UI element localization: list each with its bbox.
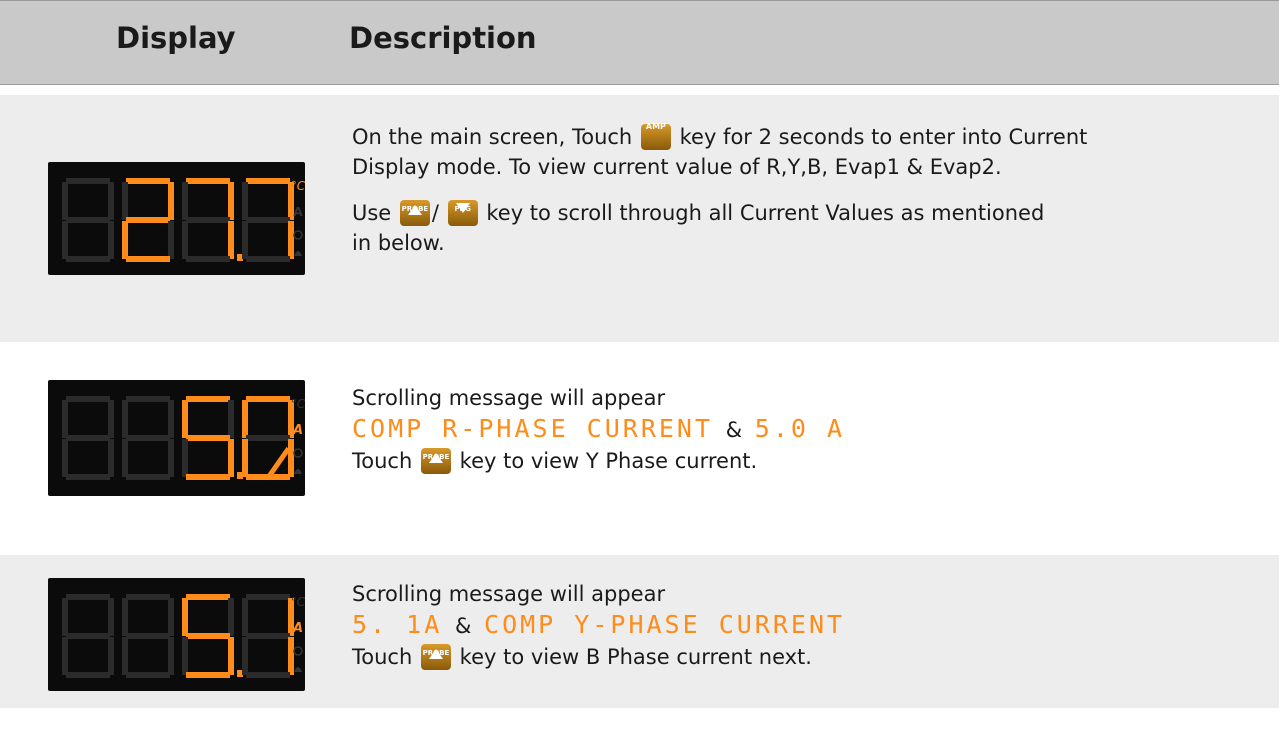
seven-segment-digits: °C A	[62, 594, 306, 678]
probe-up-key-icon: PROBE	[420, 644, 451, 670]
probe-up-key-icon: PROBE	[420, 448, 451, 474]
lcd-display-5-1: °C A	[48, 578, 306, 691]
svg-text:°C: °C	[291, 595, 305, 609]
row-description: Scrolling message will appear 5. 1A & CO…	[352, 582, 846, 670]
display-column-header: Display	[116, 21, 236, 55]
lcd-display-27-7: °C A	[48, 162, 306, 275]
description-column-header: Description	[349, 21, 537, 55]
svg-text:A: A	[293, 205, 303, 219]
seven-segment-digits: °C A	[62, 178, 306, 262]
table-row: °C A Scrolling message will appear COMP …	[0, 342, 1279, 535]
seven-segment-digits: °C A	[62, 396, 306, 480]
svg-text:°C: °C	[291, 397, 305, 411]
segment-message: 5.0 A	[754, 414, 846, 443]
table-row: °C A On the main screen, Touch AMP key f…	[0, 95, 1279, 342]
unit-indicator: A	[292, 621, 303, 636]
prg-down-key-icon: PRG	[447, 200, 478, 226]
unit-indicator: °C	[291, 179, 305, 193]
row-description: On the main screen, Touch AMP key for 2 …	[352, 122, 1088, 255]
row-description: Scrolling message will appear COMP R-PHA…	[352, 386, 846, 474]
unit-indicator: A	[292, 423, 303, 438]
segment-message: COMP R-PHASE CURRENT	[352, 414, 714, 443]
lcd-display-5-0: °C A	[48, 380, 306, 496]
table-header: Display Description	[0, 0, 1279, 85]
table-row: °C A Scrolling message will appear 5. 1A…	[0, 555, 1279, 708]
amp-key-icon: AMP	[640, 122, 671, 150]
segment-message: COMP Y-PHASE CURRENT	[484, 610, 846, 639]
probe-up-key-icon: PROBE	[399, 200, 430, 226]
segment-message: 5. 1A	[352, 610, 443, 639]
